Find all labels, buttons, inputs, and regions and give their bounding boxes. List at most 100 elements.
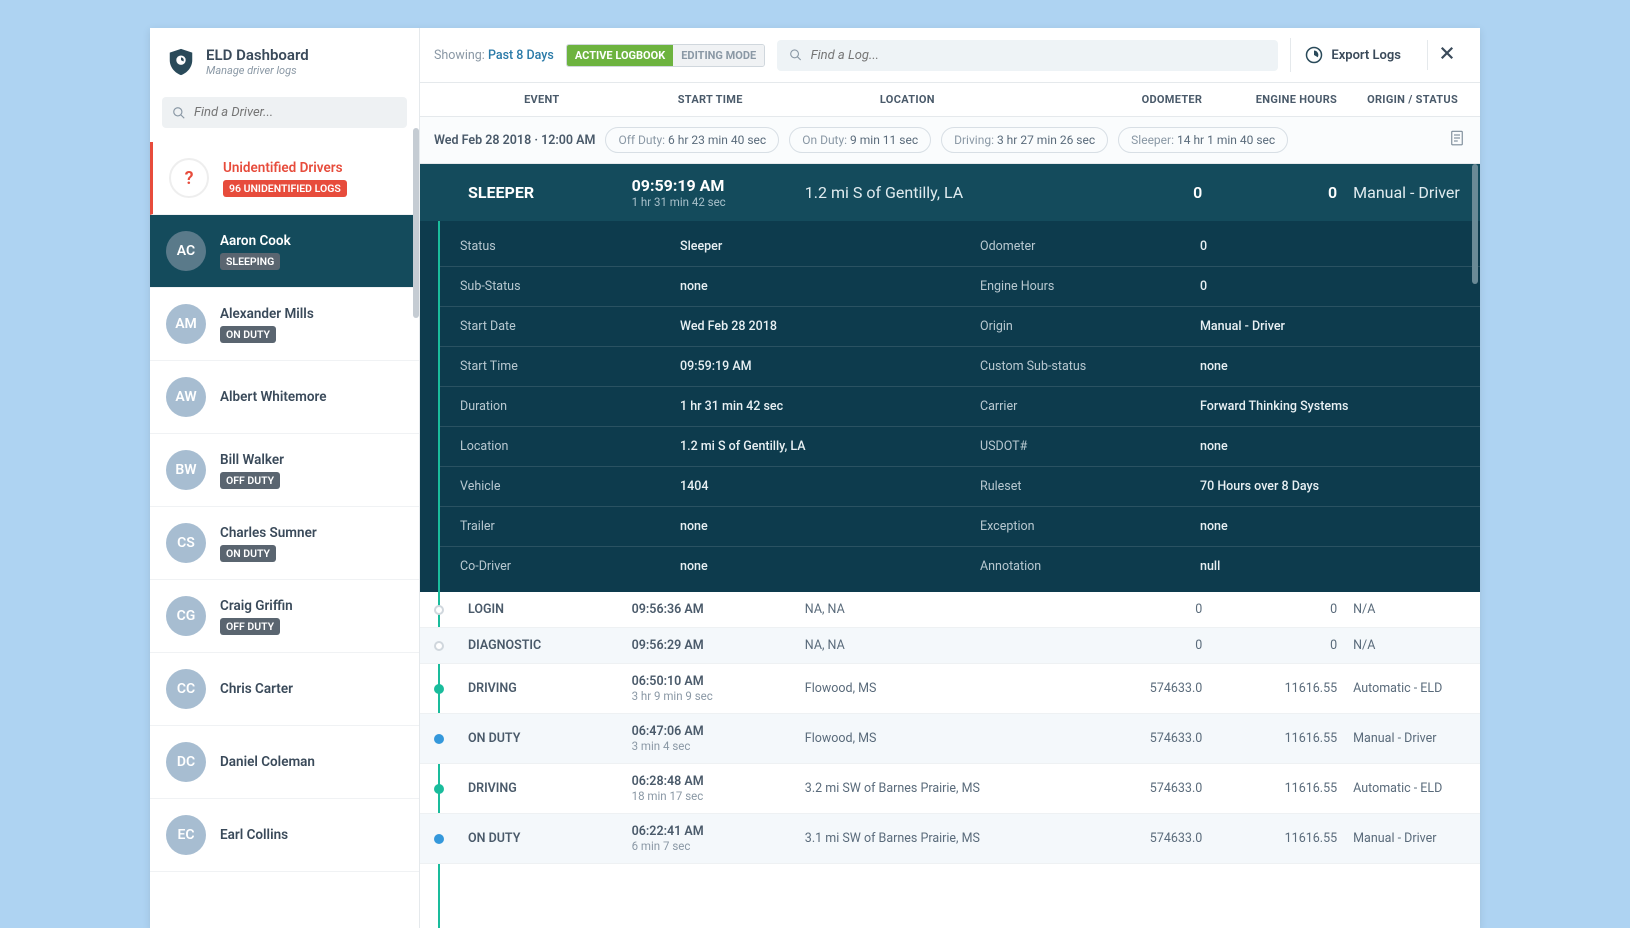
driver-status-badge: OFF DUTY [220,472,280,489]
detail-key: Trailer [460,519,680,534]
log-row[interactable]: ON DUTY 06:22:41 AM6 min 7 sec 3.1 mi SW… [420,814,1480,864]
mode-active[interactable]: ACTIVE LOGBOOK [567,45,673,66]
export-logs-button[interactable]: Export Logs [1290,38,1415,72]
driver-name: Albert Whitemore [220,389,327,405]
log-duration: 3 hr 9 min 9 sec [632,689,789,703]
log-origin: Automatic - ELD [1345,681,1480,696]
log-event: ON DUTY [460,731,624,746]
detail-key: Sub-Status [460,279,680,294]
detail-row: OriginManual - Driver [960,307,1480,347]
showing-filter[interactable]: Showing: Past 8 Days [434,48,554,63]
mode-toggle[interactable]: ACTIVE LOGBOOK EDITING MODE [566,44,765,67]
detail-value: 0 [1200,239,1207,254]
log-event: LOGIN [460,602,624,617]
sidebar-scrollbar[interactable] [413,128,419,318]
detail-value: none [680,559,708,574]
detail-row: Vehicle1404 [440,467,960,507]
detail-row: Ruleset70 Hours over 8 Days [960,467,1480,507]
expanded-header-row[interactable]: SLEEPER 09:59:19 AM1 hr 31 min 42 sec 1.… [420,164,1480,221]
driver-name: Charles Sumner [220,525,317,541]
detail-value: none [1200,519,1228,534]
detail-value: Manual - Driver [1200,319,1285,334]
detail-key: Origin [980,319,1200,334]
mode-editing[interactable]: EDITING MODE [673,45,764,66]
detail-key: Odometer [980,239,1200,254]
driver-name: Alexander Mills [220,306,314,322]
driver-name: Daniel Coleman [220,754,315,770]
log-odometer: 574633.0 [1018,831,1210,846]
day-document-icon[interactable] [1448,129,1466,151]
log-time: 06:50:10 AM [632,674,789,689]
driver-row[interactable]: EC Earl Collins [150,799,419,872]
driver-row[interactable]: DC Daniel Coleman [150,726,419,799]
detail-value: none [680,279,708,294]
unidentified-badge: 96 UNIDENTIFIED LOGS [223,180,347,197]
log-duration: 18 min 17 sec [632,789,789,803]
day-summary-bar: Wed Feb 28 2018 · 12:00 AM Off Duty: 6 h… [420,117,1480,164]
topbar: Showing: Past 8 Days ACTIVE LOGBOOK EDIT… [420,28,1480,83]
driver-row[interactable]: AC Aaron Cook SLEEPING [150,215,419,288]
main-scrollbar[interactable] [1472,164,1478,284]
timeline-bullet [434,834,444,844]
log-time: 06:47:06 AM [632,724,789,739]
detail-row: USDOT#none [960,427,1480,467]
log-duration: 6 min 7 sec [632,839,789,853]
detail-key: Exception [980,519,1200,534]
log-row[interactable]: DRIVING 06:50:10 AM3 hr 9 min 9 sec Flow… [420,664,1480,714]
driver-row[interactable]: CS Charles Sumner ON DUTY [150,507,419,580]
log-time: 06:22:41 AM [632,824,789,839]
detail-row: Engine Hours0 [960,267,1480,307]
log-search[interactable] [777,40,1278,71]
log-list: SLEEPER 09:59:19 AM1 hr 31 min 42 sec 1.… [420,164,1480,928]
unidentified-drivers-row[interactable]: ? Unidentified Drivers 96 UNIDENTIFIED L… [150,142,419,215]
driver-row[interactable]: BW Bill Walker OFF DUTY [150,434,419,507]
driver-avatar: EC [166,815,206,855]
detail-key: Custom Sub-status [980,359,1200,374]
detail-key: Duration [460,399,680,414]
column-headers: EVENT START TIME LOCATION ODOMETER ENGIN… [420,83,1480,117]
brand-title: ELD Dashboard [206,46,309,64]
detail-row: Start Time09:59:19 AM [440,347,960,387]
detail-key: Location [460,439,680,454]
log-origin: Manual - Driver [1345,731,1480,746]
driver-row[interactable]: CC Chris Carter [150,653,419,726]
detail-key: Start Time [460,359,680,374]
log-origin: N/A [1345,602,1480,617]
detail-key: Engine Hours [980,279,1200,294]
driver-row[interactable]: AW Albert Whitemore [150,361,419,434]
close-button[interactable] [1427,40,1466,70]
question-icon: ? [169,158,209,198]
log-location: Flowood, MS [797,731,1018,746]
log-engine: 0 [1210,602,1345,617]
detail-value: 1 hr 31 min 42 sec [680,399,783,414]
log-row[interactable]: ON DUTY 06:47:06 AM3 min 4 sec Flowood, … [420,714,1480,764]
log-row[interactable]: DIAGNOSTIC 09:56:29 AM NA, NA 0 0 N/A [420,628,1480,664]
log-row[interactable]: LOGIN 09:56:36 AM NA, NA 0 0 N/A [420,592,1480,628]
summary-chip: Off Duty: 6 hr 23 min 40 sec [605,127,779,153]
driver-avatar: CC [166,669,206,709]
detail-row: Co-Drivernone [440,547,960,586]
detail-value: null [1200,559,1220,574]
summary-date: Wed Feb 28 2018 · 12:00 AM [434,133,595,148]
driver-avatar: AW [166,377,206,417]
detail-key: Annotation [980,559,1200,574]
log-location: Flowood, MS [797,681,1018,696]
log-engine: 11616.55 [1210,681,1345,696]
detail-key: Carrier [980,399,1200,414]
log-odometer: 0 [1018,602,1210,617]
unidentified-title: Unidentified Drivers [223,160,347,176]
log-origin: Manual - Driver [1345,831,1480,846]
log-odometer: 0 [1018,638,1210,653]
driver-avatar: AC [166,231,206,271]
driver-name: Earl Collins [220,827,288,843]
driver-search[interactable] [162,97,407,128]
driver-row[interactable]: AM Alexander Mills ON DUTY [150,288,419,361]
detail-value: Wed Feb 28 2018 [680,319,777,334]
driver-row[interactable]: CG Craig Griffin OFF DUTY [150,580,419,653]
detail-row: Annotationnull [960,547,1480,586]
driver-avatar: AM [166,304,206,344]
log-event: DRIVING [460,781,624,796]
log-row[interactable]: DRIVING 06:28:48 AM18 min 17 sec 3.2 mi … [420,764,1480,814]
log-search-input[interactable] [811,48,1267,63]
driver-search-input[interactable] [194,105,397,120]
